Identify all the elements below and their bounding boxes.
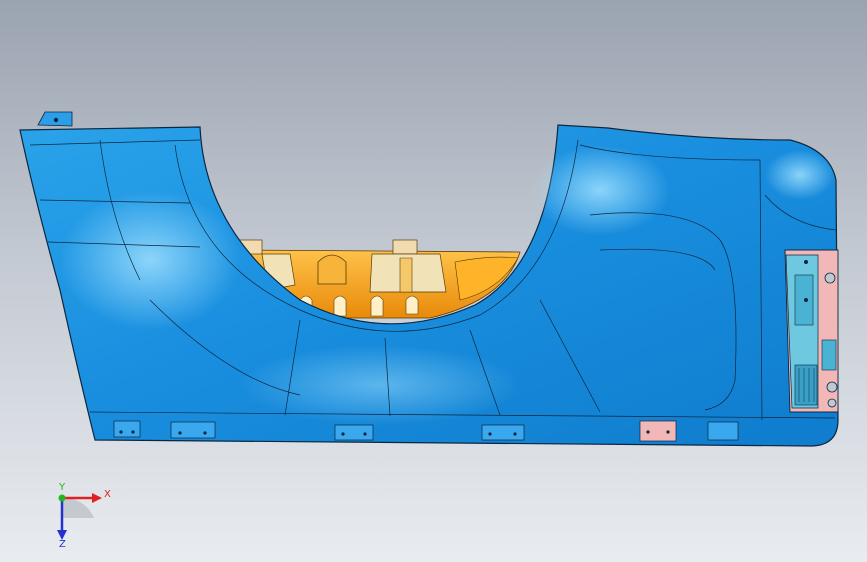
x-axis-label: X <box>104 489 111 500</box>
triad-plane <box>62 497 94 518</box>
orientation-triad[interactable]: X Y Z <box>40 478 120 548</box>
y-axis-dot-icon <box>58 494 66 502</box>
cad-3d-viewport[interactable]: X Y Z <box>0 0 867 562</box>
y-axis-label: Y <box>58 482 66 493</box>
x-axis-arrow-icon <box>92 493 102 503</box>
z-axis-label: Z <box>59 539 66 548</box>
rear-bracket-assembly <box>784 249 839 413</box>
side-panel-model[interactable] <box>0 0 867 562</box>
